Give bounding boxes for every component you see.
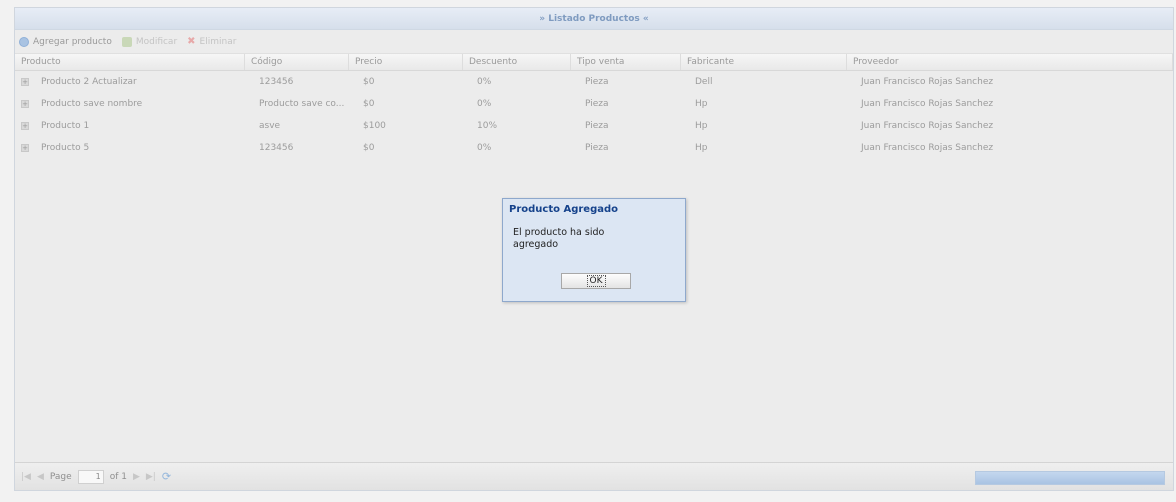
delete-product-button[interactable]: ✖ Eliminar [187, 36, 236, 47]
prev-page-icon[interactable]: ◀ [37, 472, 44, 482]
row-expander-icon[interactable]: + [21, 100, 29, 108]
cell-producto: Producto save nombre [41, 99, 143, 109]
cell-tipo-venta: Pieza [585, 143, 609, 153]
add-icon [19, 36, 29, 47]
cell-fabricante: Dell [695, 77, 713, 87]
table-row[interactable]: + Producto 1 asve $100 10% Pieza Hp Juan… [15, 115, 1173, 137]
column-header-descuento[interactable]: Descuento [463, 54, 571, 70]
first-page-icon[interactable]: |◀ [21, 472, 31, 482]
cell-tipo-venta: Pieza [585, 77, 609, 87]
edit-product-label: Modificar [135, 36, 178, 47]
ok-button[interactable]: OK [561, 273, 631, 289]
table-row[interactable]: + Producto save nombre Producto save co.… [15, 93, 1173, 115]
add-product-button[interactable]: Agregar producto [19, 36, 112, 47]
cell-producto: Producto 1 [41, 121, 90, 131]
column-header-producto[interactable]: Producto [15, 54, 245, 70]
cell-precio: $0 [363, 99, 375, 109]
cell-descuento: 0% [477, 143, 492, 153]
cell-descuento: 0% [477, 99, 492, 109]
dialog-message: El producto ha sido agregado [513, 227, 605, 250]
cell-proveedor: Juan Francisco Rojas Sanchez [861, 143, 994, 153]
ok-button-label: OK [586, 275, 606, 287]
cell-codigo: asve [259, 121, 281, 131]
table-row[interactable]: + Producto 5 123456 $0 0% Pieza Hp Juan … [15, 137, 1173, 159]
row-expander-icon[interactable]: + [21, 144, 29, 152]
cell-proveedor: Juan Francisco Rojas Sanchez [861, 77, 994, 87]
column-header-precio[interactable]: Precio [349, 54, 463, 70]
column-header-proveedor[interactable]: Proveedor [847, 54, 1173, 70]
last-page-icon[interactable]: ▶| [146, 472, 156, 482]
next-page-icon[interactable]: ▶ [133, 472, 140, 482]
cell-tipo-venta: Pieza [585, 99, 609, 109]
column-header-tipo-venta[interactable]: Tipo venta [571, 54, 681, 70]
cell-fabricante: Hp [695, 143, 708, 153]
cell-codigo: 123456 [259, 143, 294, 153]
cell-descuento: 10% [477, 121, 498, 131]
cell-producto: Producto 5 [41, 143, 90, 153]
cell-tipo-venta: Pieza [585, 121, 609, 131]
dialog-title: Producto Agregado [509, 204, 619, 215]
page-total-label: of 1 [109, 471, 127, 482]
cell-descuento: 0% [477, 77, 492, 87]
cell-precio: $0 [363, 143, 375, 153]
edit-icon [121, 36, 132, 47]
column-header-codigo[interactable]: Código [245, 54, 349, 70]
cell-proveedor: Juan Francisco Rojas Sanchez [861, 121, 994, 131]
cell-precio: $100 [363, 121, 386, 131]
products-grid: Producto Código Precio Descuento Tipo ve… [15, 54, 1173, 159]
panel-title: » Listado Productos « [15, 8, 1173, 30]
table-row[interactable]: + Producto 2 Actualizar 123456 $0 0% Pie… [15, 71, 1173, 93]
row-expander-icon[interactable]: + [21, 122, 29, 130]
cell-fabricante: Hp [695, 121, 708, 131]
cell-fabricante: Hp [695, 99, 708, 109]
page-number-input[interactable] [77, 469, 104, 484]
cell-precio: $0 [363, 77, 375, 87]
cell-codigo: 123456 [259, 77, 294, 87]
delete-icon: ✖ [187, 36, 196, 47]
product-added-dialog: Producto Agregado El producto ha sido ag… [502, 198, 686, 302]
row-expander-icon[interactable]: + [21, 78, 29, 86]
paging-toolbar: |◀ ◀ Page of 1 ▶ ▶| ⟳ [15, 462, 1173, 490]
status-bar [975, 471, 1165, 485]
delete-product-label: Eliminar [199, 36, 237, 47]
page-label: Page [49, 471, 72, 482]
column-header-fabricante[interactable]: Fabricante [681, 54, 847, 70]
cell-producto: Producto 2 Actualizar [41, 77, 137, 87]
refresh-icon[interactable]: ⟳ [162, 470, 171, 483]
cell-codigo: Producto save co... [259, 99, 345, 109]
edit-product-button[interactable]: Modificar [121, 36, 178, 47]
grid-header: Producto Código Precio Descuento Tipo ve… [15, 54, 1173, 71]
cell-proveedor: Juan Francisco Rojas Sanchez [861, 99, 994, 109]
toolbar: Agregar producto Modificar ✖ Eliminar [15, 30, 1173, 54]
add-product-label: Agregar producto [33, 36, 112, 47]
